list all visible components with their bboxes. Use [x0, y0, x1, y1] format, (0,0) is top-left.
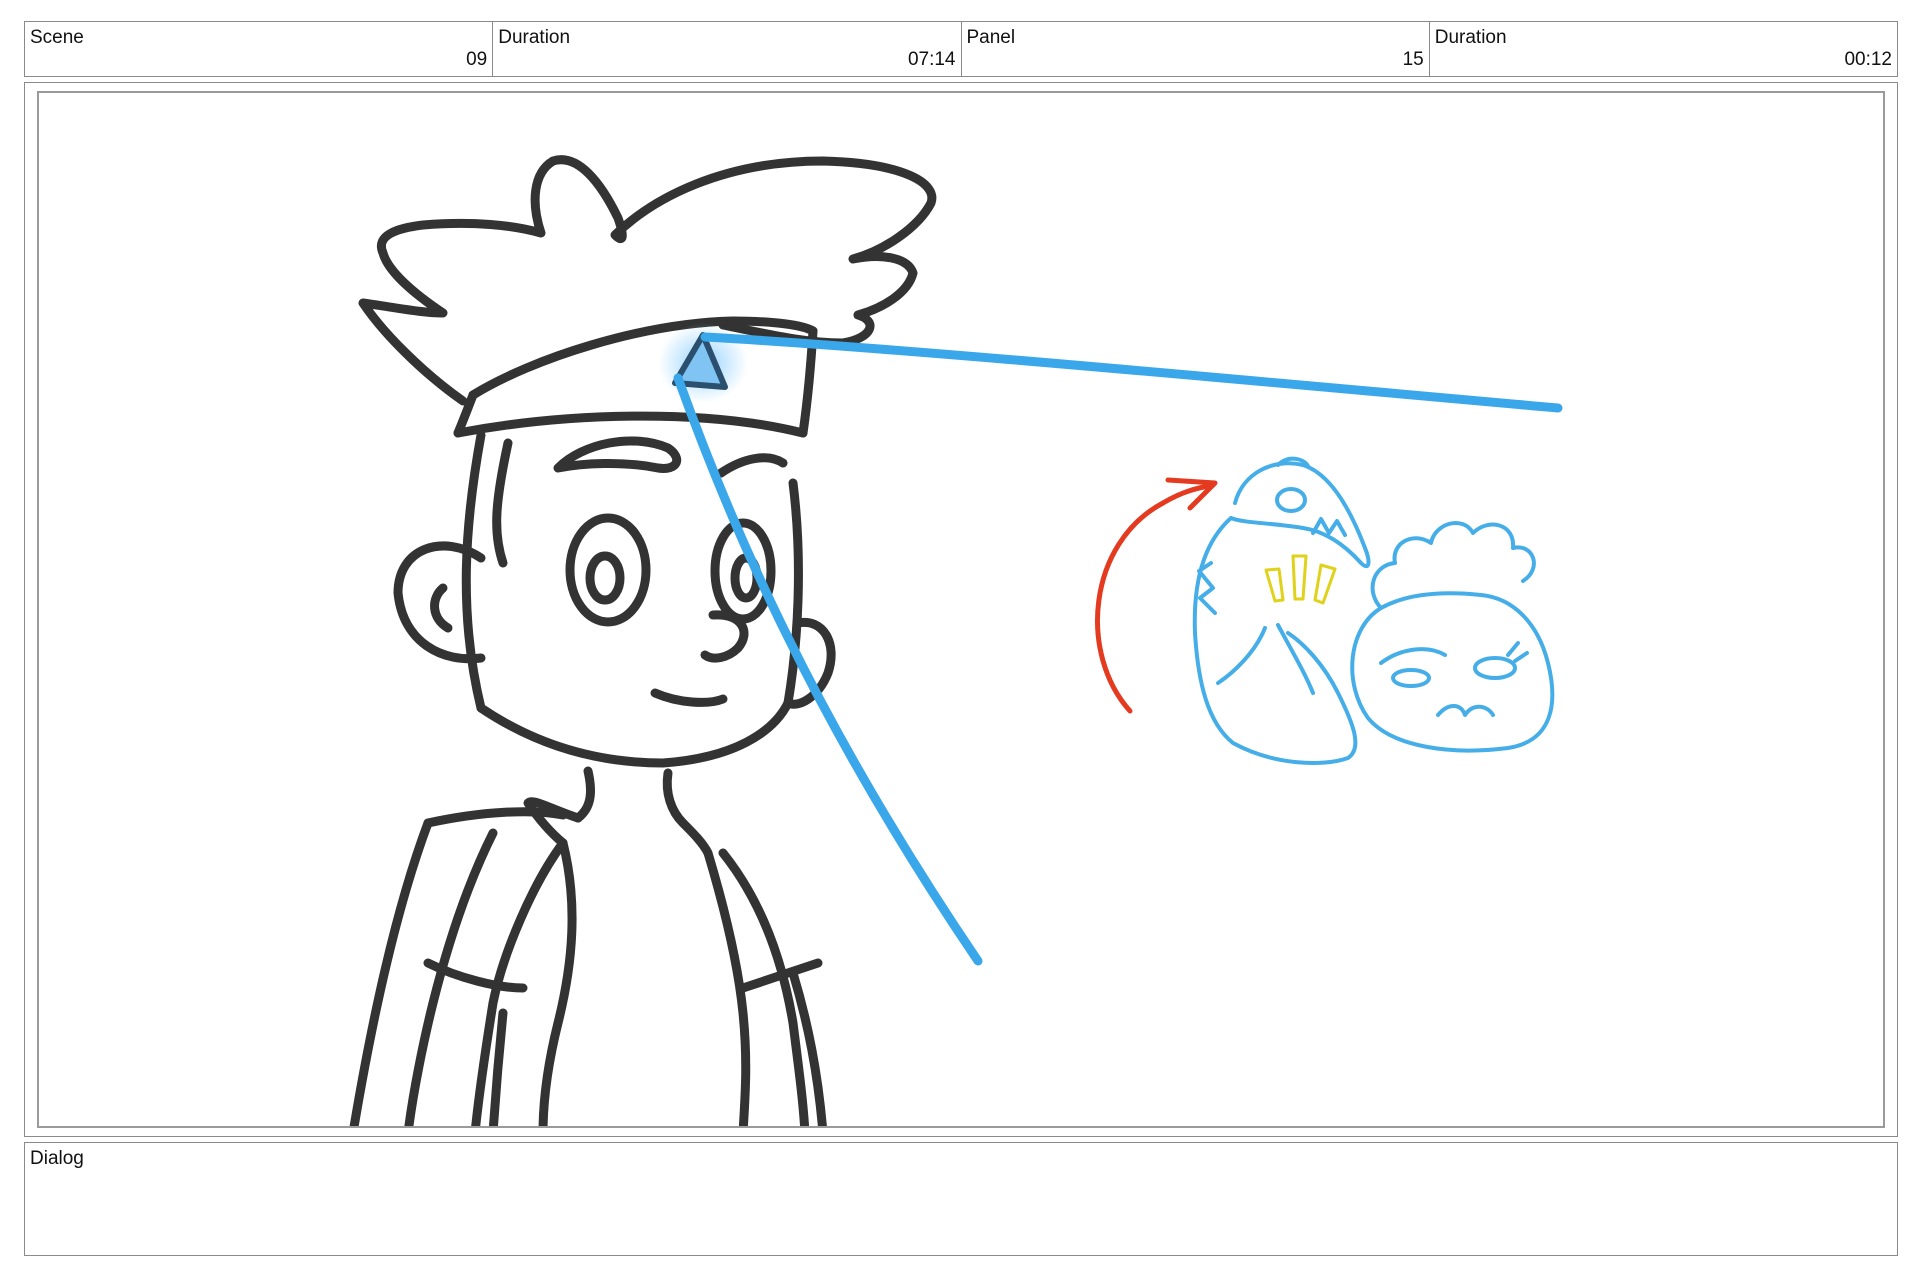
surprise-mark-1: [1264, 567, 1285, 603]
scene-duration-label: Duration: [498, 27, 571, 48]
creature-sketches: [1192, 456, 1555, 765]
boy-face-left: [461, 430, 486, 713]
serpent-head: [1229, 461, 1371, 569]
direction-line-right: [700, 332, 1563, 413]
scene-cell: Scene 09: [25, 22, 494, 76]
scene-duration-value: 07:14: [907, 49, 956, 70]
boy-neck-left: [573, 766, 595, 823]
boy-left-pupil: [585, 551, 625, 605]
surprise-marks: [1264, 554, 1337, 605]
panel-label: Panel: [966, 27, 1016, 48]
dialog-box: Dialog: [24, 1142, 1898, 1256]
serpent-eye: [1275, 487, 1307, 513]
pig-brow: [1379, 647, 1447, 665]
pig-lashes: [1506, 641, 1529, 663]
storyboard-drawing-area: [37, 91, 1885, 1128]
panel-duration-label: Duration: [1434, 27, 1507, 48]
boy-neck-right: [662, 768, 688, 828]
boy-cap-lower: [453, 411, 808, 438]
boy-right-eyebrow: [716, 453, 788, 478]
serpent-spikes: [1197, 561, 1217, 615]
boy-character: [349, 155, 937, 1126]
boy-left-eyebrow: [553, 436, 682, 473]
boy-face-inner: [492, 438, 513, 568]
scene-label: Scene: [30, 27, 84, 48]
boy-strap-right-a: [718, 848, 810, 1126]
boy-nose: [700, 610, 749, 663]
dialog-label: Dialog: [30, 1148, 84, 1169]
boy-left-ear-inner: [430, 583, 453, 633]
pig-right-eye: [1473, 656, 1517, 680]
serpent-fang-right: [1276, 623, 1315, 695]
storyboard-sketch: [349, 155, 1563, 1126]
pig-left-eye: [1391, 668, 1431, 688]
serpent-body: [1192, 516, 1358, 765]
boy-collar-right: [678, 818, 713, 858]
boy-hair: [358, 155, 937, 406]
boy-face-jaw: [476, 698, 793, 768]
panel-number: 15: [1402, 49, 1424, 70]
boy-inner-line: [488, 1008, 508, 1126]
serpent-fang-left: [1216, 626, 1267, 685]
boy-left-eye: [565, 513, 651, 627]
boy-face-right: [783, 478, 803, 708]
pig-mouth: [1436, 704, 1495, 717]
panel-info-header: Scene 09 Duration 07:14 Panel 15 Duratio…: [24, 21, 1898, 77]
panel-cell: Panel 15: [962, 22, 1430, 76]
scene-duration-cell: Duration 07:14: [493, 22, 962, 76]
storyboard-frame: [24, 82, 1898, 1137]
surprise-mark-3: [1313, 563, 1337, 605]
pig-body: [1350, 591, 1555, 753]
scene-number: 09: [466, 49, 488, 70]
surprise-mark-2: [1291, 554, 1308, 601]
boy-mouth: [650, 688, 728, 707]
panel-duration-value: 00:12: [1844, 49, 1892, 70]
panel-duration-cell: Duration 00:12: [1430, 22, 1897, 76]
boy-shirt-front-left: [538, 838, 577, 1126]
